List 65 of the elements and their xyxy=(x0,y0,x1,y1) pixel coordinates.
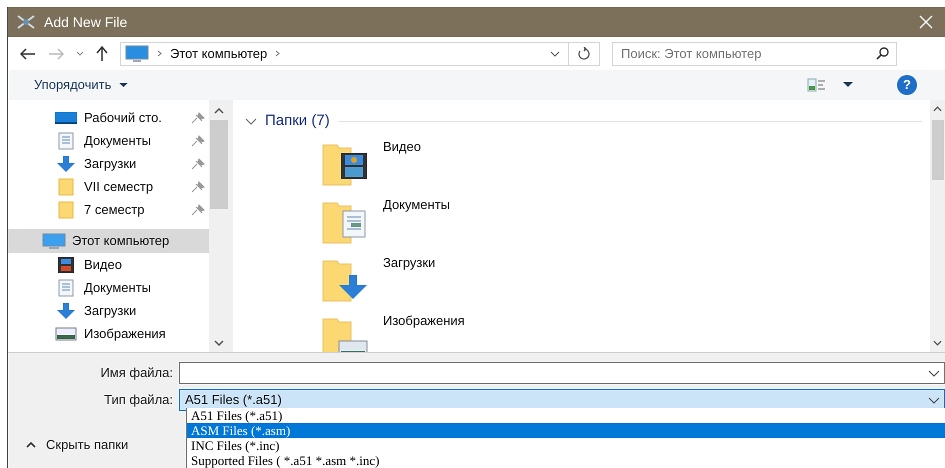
close-icon[interactable] xyxy=(919,15,933,29)
chevron-down-icon[interactable] xyxy=(214,340,224,346)
chevron-down-icon[interactable] xyxy=(933,340,942,346)
monitor-icon xyxy=(42,232,66,250)
document-icon xyxy=(342,210,366,237)
chevron-right-icon[interactable] xyxy=(275,50,280,57)
scrollbar[interactable] xyxy=(209,100,229,352)
sidebar-item[interactable]: Изображения xyxy=(8,322,209,345)
view-options-icon[interactable] xyxy=(807,77,827,93)
monitor-icon xyxy=(125,44,149,62)
app-icon xyxy=(16,14,36,30)
scrollbar[interactable] xyxy=(930,100,945,352)
window-title: Add New File xyxy=(44,12,128,32)
folder-name[interactable]: Изображения xyxy=(383,310,465,330)
chevron-up-icon[interactable] xyxy=(933,106,942,112)
folder-name[interactable]: Загрузки xyxy=(383,252,436,272)
breadcrumb[interactable]: Этот компьютер xyxy=(170,44,268,64)
image-icon xyxy=(338,340,368,352)
sidebar-item[interactable]: Этот компьютер xyxy=(8,229,209,253)
hide-folders-button[interactable]: Скрыть папки xyxy=(26,435,128,454)
image-icon xyxy=(54,324,78,342)
sidebar-item[interactable]: Видео xyxy=(8,253,209,276)
pin-icon[interactable] xyxy=(191,112,205,124)
sidebar-item[interactable]: Документы xyxy=(8,129,209,152)
down-arrow-icon xyxy=(339,274,367,298)
chevron-down-icon[interactable] xyxy=(245,118,257,125)
pin-icon[interactable] xyxy=(191,134,205,146)
refresh-icon[interactable] xyxy=(577,46,591,60)
back-arrow-icon[interactable] xyxy=(20,48,36,60)
search-field[interactable]: Поиск: Этот компьютер xyxy=(612,42,897,66)
chevron-down-icon[interactable] xyxy=(550,50,560,56)
sidebar-item[interactable]: Документы xyxy=(8,276,209,299)
help-button[interactable]: ? xyxy=(897,75,917,95)
organize-button[interactable]: Упорядочить xyxy=(34,75,128,95)
caret-icon[interactable] xyxy=(843,82,853,88)
file-name-field[interactable] xyxy=(179,362,945,384)
scrollbar-thumb[interactable] xyxy=(932,120,944,180)
pin-icon[interactable] xyxy=(191,158,205,170)
address-bar[interactable]: Этот компьютер xyxy=(120,42,600,66)
dropdown-option[interactable]: Supported Files ( *.a51 *.asm *.inc) xyxy=(187,453,945,468)
pin-icon[interactable] xyxy=(191,180,205,192)
chevron-up-icon[interactable] xyxy=(214,108,224,114)
field-label: Тип файла: xyxy=(103,391,174,410)
chevron-down-icon[interactable] xyxy=(928,370,940,376)
sidebar-item[interactable]: Загрузки xyxy=(8,152,209,175)
film-icon xyxy=(341,152,367,178)
chevron-right-icon xyxy=(157,50,162,57)
chevron-down-icon xyxy=(928,396,940,404)
dropdown-option[interactable]: INC Files (*.inc) xyxy=(187,438,945,453)
dropdown-option[interactable]: A51 Files (*.a51) xyxy=(187,408,945,423)
sidebar-item[interactable]: Рабочий сто. xyxy=(8,106,209,129)
group-header[interactable]: Папки (7) xyxy=(265,110,330,132)
up-arrow-icon[interactable] xyxy=(96,46,108,61)
field-label: Имя файла: xyxy=(99,364,174,382)
chevron-up-icon xyxy=(26,442,36,448)
folder-name[interactable]: Документы xyxy=(383,194,450,214)
scrollbar-thumb[interactable] xyxy=(210,120,228,209)
sidebar-item[interactable]: VII семестр xyxy=(8,175,209,198)
sidebar-item[interactable]: 7 семестр xyxy=(8,198,209,221)
dropdown-option[interactable]: ASM Files (*.asm) xyxy=(187,423,945,438)
folder-name[interactable]: Видео xyxy=(383,136,421,156)
pin-icon[interactable] xyxy=(191,204,205,216)
search-icon xyxy=(876,46,889,60)
caret-icon xyxy=(119,82,128,88)
sidebar-item[interactable]: Загрузки xyxy=(8,299,209,322)
